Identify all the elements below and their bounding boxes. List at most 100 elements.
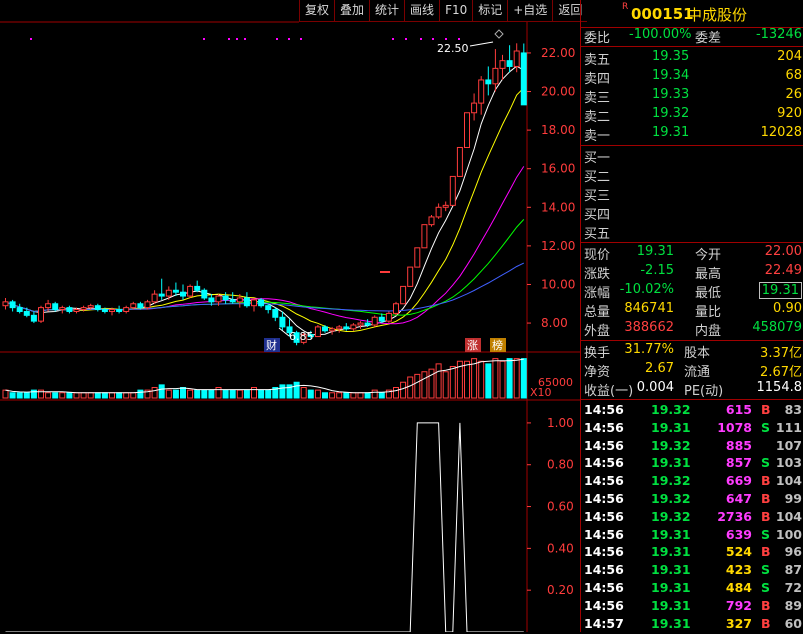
volume-bar (499, 360, 506, 399)
y-tick-label: 14.00 (541, 200, 575, 214)
tick-time: 14:56 (584, 580, 624, 595)
volume-bar (116, 392, 123, 399)
draw-line-button[interactable]: 画线 (404, 0, 440, 22)
volume-bar (94, 392, 101, 399)
quote-row: 涨跌 -2.15 最高 22.49 (581, 263, 803, 282)
fund-label-2: PE(动) (684, 384, 724, 399)
ask-row[interactable]: 卖三 19.33 26 (581, 87, 803, 106)
volume-bar (378, 392, 385, 399)
kline-chart[interactable]: 22.00 20.00 18.00 16.00 14.00 12.00 10.00 8.00 2… (0, 0, 580, 632)
quote-value-2: 22.49 (764, 263, 802, 278)
stats-button[interactable]: 统计 (369, 0, 405, 22)
tick-time: 14:56 (584, 419, 624, 435)
candle-body (194, 285, 201, 291)
candle-body (137, 303, 144, 309)
tick-volume: 615 (725, 402, 752, 417)
ask-volume: 204 (777, 49, 802, 64)
fuquan-button[interactable]: 复权 (299, 0, 335, 22)
volume-bar (80, 392, 87, 399)
stock-name[interactable]: 中成股份 (687, 4, 747, 25)
candle-body (59, 307, 66, 311)
volume-bar (407, 376, 414, 399)
candle-body (243, 297, 250, 307)
tick-row[interactable]: 14:56 19.31 1078 S 111 (581, 420, 803, 438)
y-tick-label: 20.00 (541, 85, 575, 99)
tick-row[interactable]: 14:57 19.31 327 B 60 (581, 616, 803, 634)
tick-row[interactable]: 14:56 19.32 615 B 83 (581, 402, 803, 420)
tick-row[interactable]: 14:56 19.31 524 B 96 (581, 544, 803, 562)
quote-value: 388662 (624, 320, 674, 335)
weibi-value: -100.00% (629, 27, 692, 42)
ask-row[interactable]: 卖二 19.32 920 (581, 106, 803, 125)
volume-bar (464, 360, 470, 399)
tick-row[interactable]: 14:56 19.31 639 S 100 (581, 527, 803, 545)
volume-bar (73, 392, 80, 399)
tick-row[interactable]: 14:56 19.32 2736 B 104 (581, 509, 803, 527)
candle-body (520, 52, 527, 106)
tick-count: 83 (784, 402, 802, 417)
tick-row[interactable]: 14:56 19.32 669 B 104 (581, 473, 803, 491)
candle-body (279, 316, 286, 328)
f10-button[interactable]: F10 (439, 0, 473, 22)
tick-row[interactable]: 14:56 19.31 857 S 103 (581, 455, 803, 473)
candle-body (208, 297, 215, 303)
bid-row[interactable]: 买四 (581, 204, 803, 223)
ask-row[interactable]: 卖五 19.35 204 (581, 49, 803, 68)
tick-row[interactable]: 14:56 19.31 484 S 72 (581, 580, 803, 598)
indicator-line (5, 422, 524, 632)
tick-time: 14:56 (584, 473, 624, 489)
bid-label: 买三 (584, 189, 611, 204)
candle-body (73, 309, 80, 312)
volume-bar (329, 392, 336, 399)
tick-price: 19.31 (651, 562, 691, 578)
volume-bar (336, 392, 343, 399)
tick-direction: S (761, 580, 771, 595)
volume-bar (101, 392, 108, 399)
overlay-button[interactable]: 叠加 (334, 0, 370, 22)
tick-row[interactable]: 14:56 19.32 647 B 99 (581, 491, 803, 509)
quote-label: 涨幅 (584, 286, 611, 301)
add-watchlist-button[interactable]: +自选 (507, 0, 553, 22)
signal-dot (236, 38, 238, 40)
ask-row[interactable]: 卖四 19.34 68 (581, 68, 803, 87)
bid-row[interactable]: 买二 (581, 166, 803, 185)
tick-price: 19.31 (651, 544, 691, 560)
tick-volume: 1078 (717, 419, 752, 435)
tick-price: 19.31 (651, 419, 691, 435)
ask-price: 19.35 (652, 49, 690, 64)
bid-label: 买四 (584, 208, 611, 223)
tick-row[interactable]: 14:56 19.31 792 B 89 (581, 598, 803, 616)
bid-row[interactable]: 买五 (581, 223, 803, 242)
ask-price: 19.33 (652, 87, 690, 102)
signal-dot (420, 38, 422, 40)
stock-code[interactable]: 000151 (631, 5, 694, 23)
tick-price: 19.31 (651, 526, 691, 542)
tick-row[interactable]: 14:56 19.31 423 S 87 (581, 562, 803, 580)
volume-bar (151, 387, 158, 399)
bid-row[interactable]: 买一 (581, 147, 803, 166)
candle-body (258, 299, 265, 307)
candle-body (499, 60, 506, 69)
volume-bar (172, 389, 179, 399)
candle-body (94, 305, 101, 311)
ask-row[interactable]: 卖一 19.31 12028 (581, 125, 803, 144)
candle-body (371, 316, 378, 326)
candle-body (265, 305, 272, 311)
tick-count: 104 (775, 508, 802, 524)
volume-bar (208, 389, 215, 399)
signal-dot (30, 38, 32, 40)
volume-bar (513, 358, 520, 399)
sub-y-tick-label: 1.00 (547, 416, 574, 430)
low-label: 6.85 (289, 330, 314, 343)
tick-price: 19.31 (651, 455, 691, 471)
signal-dot (405, 38, 407, 40)
tick-row[interactable]: 14:56 19.32 885 107 (581, 438, 803, 456)
mark-button[interactable]: 标记 (472, 0, 508, 22)
bid-row[interactable]: 买三 (581, 185, 803, 204)
quote-value: -10.02% (619, 282, 674, 297)
candle-body (38, 307, 44, 322)
fund-value: 0.004 (636, 380, 674, 395)
y-tick-label: 12.00 (541, 239, 575, 253)
volume-bar (194, 389, 201, 399)
high-arrow (469, 41, 494, 47)
